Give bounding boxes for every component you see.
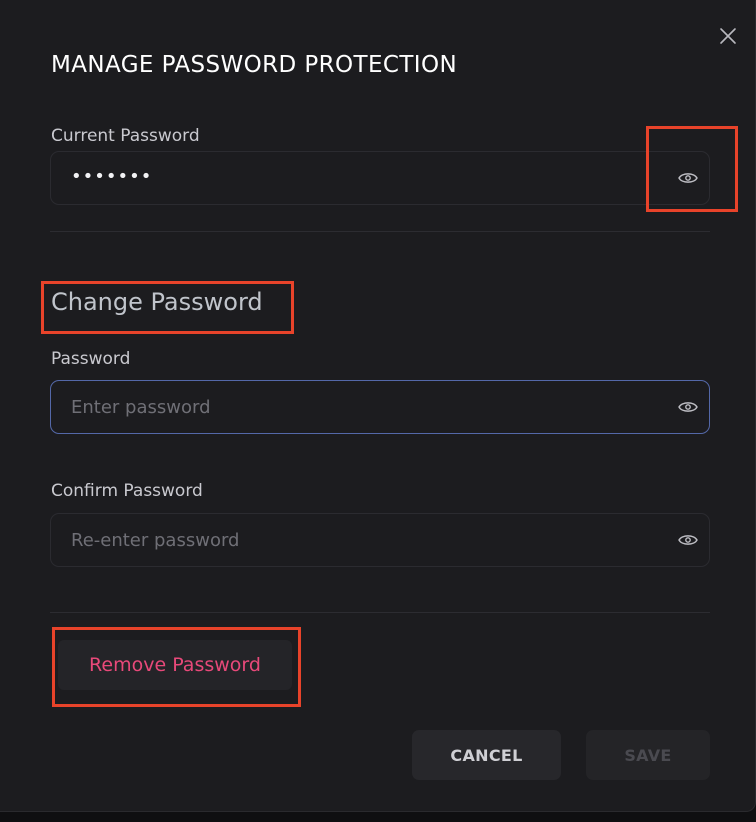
divider [50,231,710,232]
current-password-value: ••••••• [71,166,153,187]
change-password-heading: Change Password [51,288,263,316]
password-toggle[interactable] [677,396,699,418]
confirm-password-toggle[interactable] [677,529,699,551]
current-password-field[interactable]: ••••••• [50,151,710,205]
close-button[interactable] [716,24,740,48]
confirm-password-label: Confirm Password [51,481,203,501]
current-password-label: Current Password [51,126,200,146]
close-icon [720,28,736,44]
password-input[interactable] [71,381,651,433]
eye-icon [678,402,698,412]
save-button[interactable]: SAVE [586,730,710,780]
current-password-toggle[interactable] [677,167,699,189]
cancel-button[interactable]: CANCEL [412,730,561,780]
password-field[interactable] [50,380,710,434]
remove-password-button[interactable]: Remove Password [58,640,292,690]
eye-icon [678,173,698,183]
confirm-password-input[interactable] [71,514,651,566]
eye-icon [678,535,698,545]
divider [50,612,710,613]
password-label: Password [51,349,131,369]
password-modal: MANAGE PASSWORD PROTECTION Current Passw… [0,0,756,812]
modal-title: MANAGE PASSWORD PROTECTION [51,52,458,78]
confirm-password-field[interactable] [50,513,710,567]
